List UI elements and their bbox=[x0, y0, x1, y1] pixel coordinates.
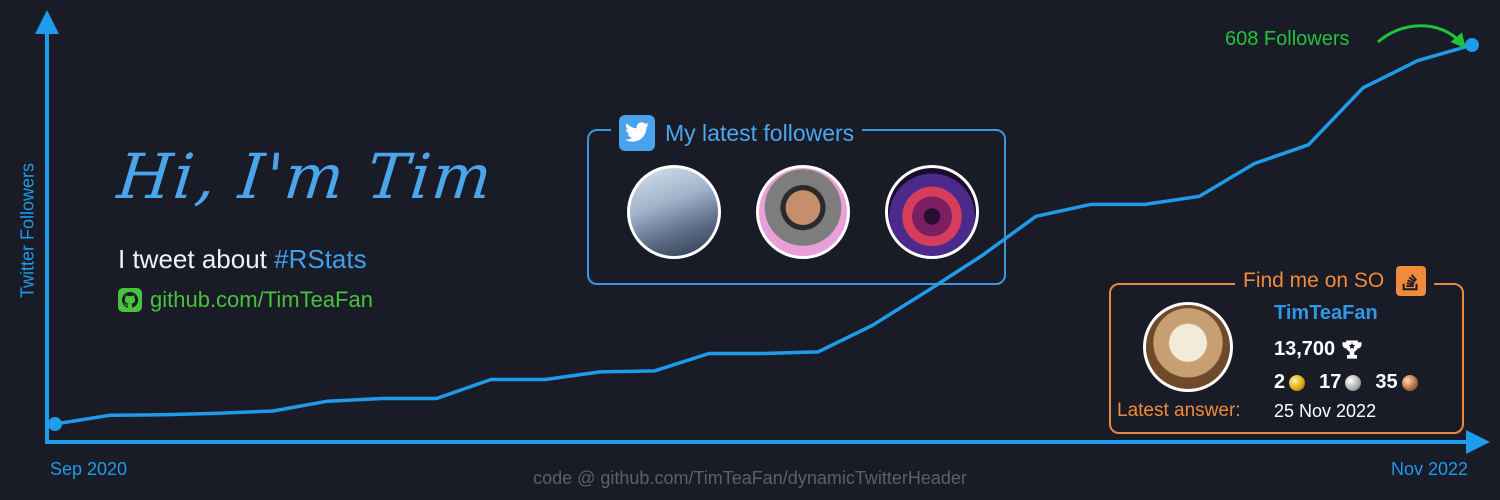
rstats-hashtag[interactable]: #RStats bbox=[274, 244, 367, 274]
github-link[interactable]: github.com/TimTeaFan bbox=[118, 287, 373, 313]
trophy-icon bbox=[1342, 339, 1362, 359]
latest-followers-box: My latest followers bbox=[587, 115, 1006, 285]
follower-count-annotation: 608 Followers bbox=[1225, 28, 1350, 50]
start-point bbox=[48, 417, 62, 431]
follower-avatar[interactable] bbox=[756, 165, 850, 259]
greeting-heading: Hi, I'm Tim bbox=[114, 140, 498, 213]
gold-badge-count: 2 bbox=[1274, 371, 1286, 393]
bronze-badge-icon bbox=[1401, 374, 1418, 391]
latest-followers-title: My latest followers bbox=[665, 119, 855, 146]
latest-answer-label: Latest answer: bbox=[1117, 400, 1241, 421]
badges: 2 17 35 bbox=[1274, 371, 1428, 394]
bronze-badge-count: 35 bbox=[1375, 371, 1398, 393]
stackoverflow-box: Find me on SO TimTeaFan 13,700 2 17 35 L… bbox=[1109, 266, 1464, 434]
stackoverflow-legend: Find me on SO bbox=[1235, 266, 1435, 296]
footer-credit: code @ github.com/TimTeaFan/dynamicTwitt… bbox=[533, 468, 967, 488]
silver-badge-count: 17 bbox=[1319, 371, 1342, 393]
end-point bbox=[1465, 38, 1479, 52]
y-axis-label: Twitter Followers bbox=[17, 162, 38, 299]
github-link-text: github.com/TimTeaFan bbox=[150, 287, 373, 312]
annotation-arrow bbox=[1376, 24, 1466, 49]
follower-avatars bbox=[627, 165, 979, 259]
github-icon bbox=[118, 288, 142, 312]
follower-avatar[interactable] bbox=[627, 165, 721, 259]
follower-avatar[interactable] bbox=[885, 165, 979, 259]
latest-answer-date[interactable]: 25 Nov 2022 bbox=[1274, 401, 1376, 422]
gold-badge-icon bbox=[1289, 374, 1306, 391]
reputation: 13,700 bbox=[1274, 338, 1363, 361]
reputation-value: 13,700 bbox=[1274, 338, 1336, 360]
stackoverflow-title: Find me on SO bbox=[1243, 269, 1385, 292]
stackoverflow-avatar[interactable] bbox=[1143, 302, 1233, 392]
stackoverflow-username[interactable]: TimTeaFan bbox=[1274, 302, 1378, 325]
tagline: I tweet about #RStats bbox=[118, 244, 367, 275]
silver-badge-icon bbox=[1345, 374, 1362, 391]
twitter-bird-icon bbox=[619, 115, 655, 151]
latest-followers-legend: My latest followers bbox=[611, 115, 863, 151]
tagline-text: I tweet about bbox=[118, 244, 275, 274]
stackoverflow-icon bbox=[1396, 266, 1427, 296]
